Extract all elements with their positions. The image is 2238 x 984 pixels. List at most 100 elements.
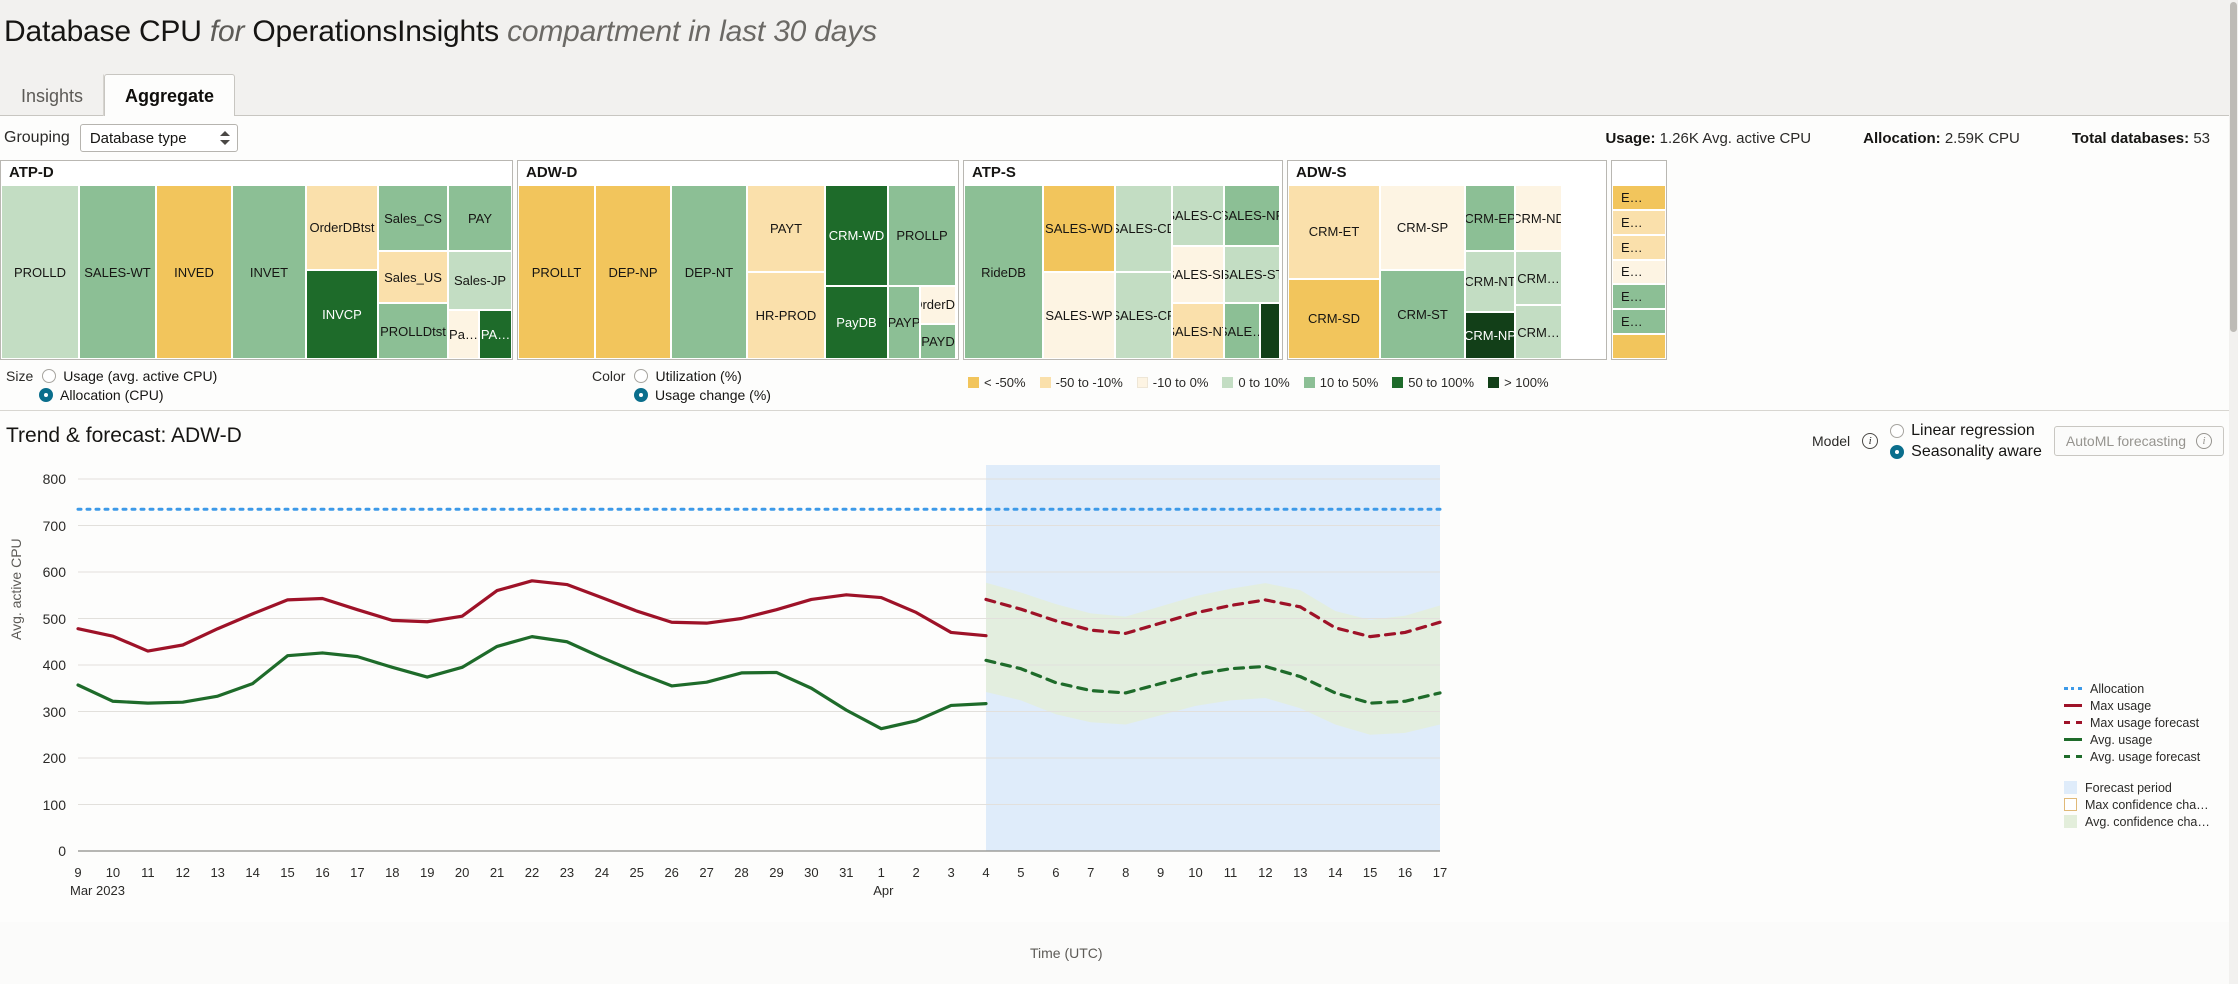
treemap-column: PROLLD [1,185,79,359]
treemap-cell-label: CRM… [1515,271,1562,286]
chevron-updown-icon [219,129,231,147]
model-option-seasonality[interactable]: Seasonality aware [1890,442,2042,461]
treemap-cell-label: PROLLP [894,228,949,243]
treemap-cell[interactable]: DEP-NT [671,185,747,359]
chart-x-tick: 12 [1258,865,1272,880]
treemap-cell[interactable]: SALES-CP [1115,272,1172,359]
color-option-utilization[interactable]: Color Utilization (%) [592,366,771,385]
treemap-cell[interactable]: CRM-WD [825,185,888,286]
treemap-cell[interactable]: SALES-CD [1115,185,1172,272]
color-legend-item: -10 to 0% [1137,375,1209,390]
treemap-cell[interactable]: E… [1612,185,1666,210]
treemap-cell[interactable]: SALES-ST [1224,246,1280,303]
treemap-cell[interactable]: INVED [156,185,232,359]
treemap-cell[interactable]: CRM-ET [1288,185,1380,279]
treemap-cell[interactable]: CRM-EP [1465,185,1515,251]
radio-size-allocation[interactable] [39,388,53,402]
grouping-select[interactable]: Database type [80,124,238,152]
treemap-cell[interactable]: Pa… [448,310,479,359]
treemap-cell[interactable]: E… [1612,284,1666,309]
treemap-cell[interactable]: Sales_US [378,251,448,303]
treemap-cell[interactable]: PAYP [888,286,920,359]
treemap-cell-label: Sales_CS [382,211,444,226]
radio-size-usage[interactable] [42,369,56,383]
treemap-cell[interactable]: SALES-NT [1172,303,1224,359]
treemap-cell[interactable]: SALES-SD [1172,246,1224,303]
color-option-usage-change[interactable]: Usage change (%) [592,385,771,404]
radio-model-seasonality[interactable] [1890,445,1904,459]
treemap-cell[interactable]: CRM-NP [1465,312,1515,359]
treemap-cell[interactable]: SALES-WD [1043,185,1115,272]
treemap-cell[interactable]: PROLLD [1,185,79,359]
treemap-cell[interactable]: CRM-SP [1380,185,1465,270]
treemap-cell[interactable]: E… [1612,235,1666,260]
radio-color-usage-change[interactable] [634,388,648,402]
treemap-cell[interactable]: RideDB [964,185,1043,359]
chart-x-tick: 16 [1398,865,1412,880]
treemap-cell[interactable]: CRM-ST [1380,270,1465,359]
chart-legend-item: Max usage [2064,697,2234,714]
treemap-cell[interactable]: SALES-WP [1043,272,1115,359]
treemap-cell[interactable]: HR-PROD [747,272,825,359]
treemap-cell[interactable]: SALES-NP [1224,185,1280,246]
treemap-cell[interactable]: E… [1612,309,1666,334]
tab-insights[interactable]: Insights [0,74,104,116]
tab-aggregate[interactable]: Aggregate [104,74,235,116]
stat-usage-value: 1.26K Avg. active CPU [1660,130,1811,147]
treemap-cell[interactable]: OrderDB [920,286,956,324]
treemap-cell[interactable]: E… [1612,210,1666,235]
size-option-allocation[interactable]: Allocation (CPU) [6,385,217,404]
treemap-cell[interactable]: PA… [479,310,512,359]
treemap-cell[interactable]: CRM… [1515,251,1562,305]
info-icon-model[interactable]: i [1862,433,1878,449]
trend-forecast-panel: Trend & forecast: ADW-D Model i Linear r… [0,411,2238,922]
treemap-cell[interactable]: PROLLT [518,185,595,359]
treemap-cell[interactable]: E… [1612,260,1666,285]
treemap-cell[interactable]: SALE… [1224,303,1260,359]
treemap-group-atp-d: ATP-DPROLLDSALES-WTINVEDINVETOrderDBtstI… [0,160,513,360]
treemap-cell[interactable]: PROLLP [888,185,956,286]
automl-forecasting-button[interactable]: AutoML forecasting i [2054,426,2224,456]
info-icon-automl[interactable]: i [2196,433,2212,449]
treemap-cell[interactable]: CRM-ND [1515,185,1562,251]
treemap-cell[interactable]: PAYT [747,185,825,272]
treemap-cell[interactable]: Sales_CS [378,185,448,251]
treemap-cell[interactable]: Sales-JP [448,251,512,310]
treemap-cell[interactable]: PROLLDtst [378,303,448,359]
chart-legend-key [2064,704,2082,707]
treemap-cell[interactable]: SALES-WT [79,185,156,359]
treemap-cell[interactable]: INVET [232,185,306,359]
treemap-cell[interactable]: CRM… [1515,305,1562,359]
treemap-cell-label: SALES-SD [1172,267,1224,282]
chart-x-tick: 17 [350,865,364,880]
treemap-cell-label: SALES-ST [1224,267,1280,282]
chart-legend-label: Avg. usage forecast [2090,750,2200,764]
treemap-cell[interactable] [1260,303,1280,359]
treemap-cell[interactable]: PAY [448,185,512,251]
treemap-cell[interactable] [1612,334,1666,359]
chart-x-tick: 6 [1052,865,1059,880]
page-header: Database CPU for OperationsInsights comp… [0,0,2238,72]
treemap-group-body: PROLLTDEP-NPDEP-NTPAYTHR-PRODCRM-WDPayDB… [518,185,958,359]
chart-y-tick: 200 [26,750,66,766]
chart-x-tick: 13 [1293,865,1307,880]
radio-color-utilization[interactable] [634,369,648,383]
treemap-cell[interactable]: CRM-NT [1465,251,1515,312]
treemap-column: SALES-CT SALES-SD SALES-NT [1172,185,1224,359]
treemap-cell[interactable]: CRM-SD [1288,279,1380,359]
page-scrollbar-thumb[interactable] [2230,2,2237,332]
chart-legend-label: Avg. usage [2090,733,2152,747]
treemap-cell[interactable]: OrderDBtst [306,185,378,270]
model-option-linear[interactable]: Linear regression [1890,421,2042,440]
treemap-cell[interactable]: DEP-NP [595,185,671,359]
radio-model-linear[interactable] [1890,424,1904,438]
treemap-cell[interactable]: PayDB [825,286,888,359]
page-scrollbar[interactable] [2229,0,2238,984]
color-legend-swatch [1137,377,1148,388]
color-scale-legend: < -50%-50 to -10%-10 to 0%0 to 10%10 to … [968,375,1549,390]
treemap-cell-label: CRM… [1515,325,1562,340]
treemap-cell[interactable]: INVCP [306,270,378,359]
treemap-cell[interactable]: SALES-CT [1172,185,1224,246]
treemap-cell[interactable]: PAYD [920,324,956,359]
size-option-usage[interactable]: Size Usage (avg. active CPU) [6,366,217,385]
